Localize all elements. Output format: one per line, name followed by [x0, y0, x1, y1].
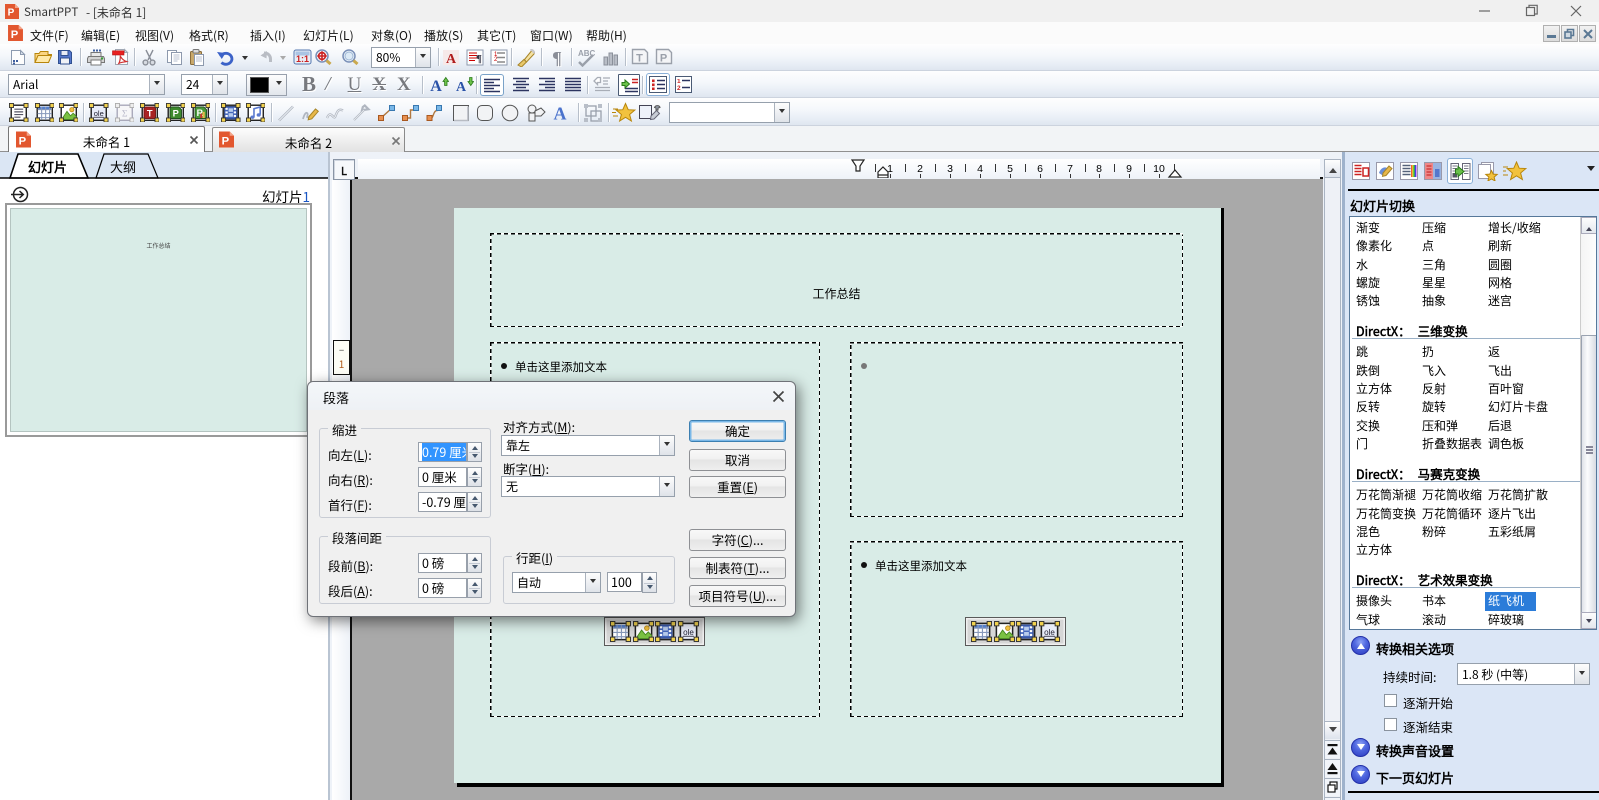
svg-text:7: 7 — [1067, 163, 1073, 175]
svg-text:ole: ole — [94, 109, 104, 118]
svg-text:A: A — [430, 78, 442, 94]
svg-text:5: 5 — [1007, 163, 1013, 175]
svg-text:A: A — [456, 80, 467, 94]
svg-text:¶: ¶ — [476, 53, 482, 65]
svg-text:4: 4 — [977, 163, 983, 175]
svg-text:A: A — [553, 103, 566, 123]
svg-text:Σ: Σ — [121, 108, 127, 119]
svg-text:9: 9 — [1126, 163, 1132, 175]
svg-text:6: 6 — [1037, 163, 1043, 175]
svg-text:P: P — [172, 108, 178, 118]
svg-text:A: A — [446, 52, 457, 66]
svg-text:10: 10 — [1153, 163, 1165, 175]
svg-text:3: 3 — [947, 163, 953, 175]
svg-text:ole: ole — [683, 628, 694, 637]
svg-text:P: P — [11, 29, 19, 41]
svg-text:1:1: 1:1 — [296, 54, 309, 64]
svg-text:2: 2 — [677, 85, 681, 90]
svg-text:2: 2 — [917, 163, 923, 175]
svg-text:P: P — [660, 53, 667, 65]
svg-text:8: 8 — [1096, 163, 1102, 175]
svg-text:T: T — [146, 108, 152, 118]
svg-text:ole: ole — [1044, 628, 1055, 637]
svg-text:T: T — [636, 53, 643, 65]
svg-text:P: P — [8, 8, 15, 19]
svg-text:¶: ¶ — [552, 48, 562, 67]
